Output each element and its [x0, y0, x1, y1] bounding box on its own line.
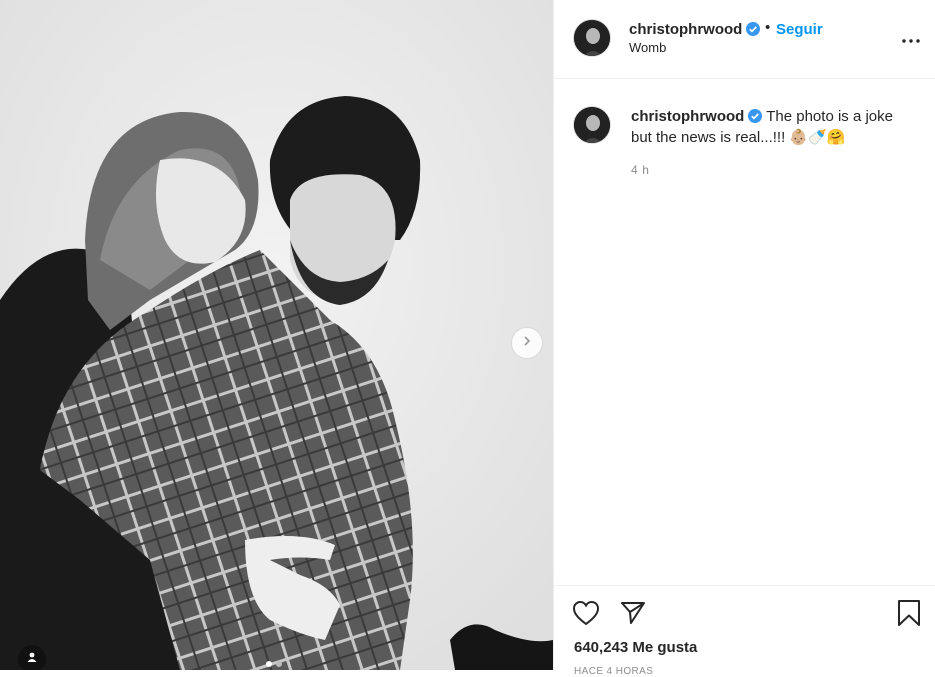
post-image	[0, 0, 553, 670]
heart-icon	[572, 600, 600, 631]
more-options-button[interactable]	[900, 30, 922, 48]
carousel-dot	[276, 661, 282, 667]
caption-username-link[interactable]: christophrwood	[631, 108, 763, 125]
carousel-indicator	[266, 661, 282, 667]
caption-timestamp[interactable]: 4 h	[631, 163, 649, 177]
username-text: christophrwood	[629, 21, 743, 38]
like-button[interactable]	[571, 600, 601, 630]
user-tag-icon	[26, 650, 38, 668]
location-link[interactable]: Womb	[629, 40, 666, 55]
share-icon	[620, 601, 646, 630]
carousel-next-button[interactable]	[512, 328, 542, 358]
share-button[interactable]	[618, 600, 648, 630]
chevron-right-icon	[521, 334, 533, 352]
verified-badge-icon	[748, 108, 763, 123]
bookmark-icon	[897, 599, 921, 632]
avatar[interactable]	[573, 19, 611, 57]
post-age: HACE 4 HORAS	[574, 666, 654, 677]
likes-count[interactable]: 640,243 Me gusta	[574, 639, 697, 656]
caption-username: christophrwood	[631, 108, 745, 125]
more-horizontal-icon	[902, 30, 920, 48]
save-button[interactable]	[894, 599, 924, 632]
follow-button[interactable]: Seguir	[776, 21, 823, 38]
post-header: christophrwood • Seguir Womb	[554, 0, 935, 79]
post-sidebar: christophrwood • Seguir Womb christophrw…	[553, 0, 935, 677]
verified-badge-icon	[746, 22, 761, 36]
avatar[interactable]	[573, 106, 611, 144]
header-separator: •	[765, 19, 771, 36]
caption-text: christophrwood The photo is a joke but t…	[631, 106, 916, 148]
username-link[interactable]: christophrwood	[629, 21, 761, 38]
tagged-users-button[interactable]	[18, 645, 46, 670]
action-bar: 640,243 Me gusta HACE 4 HORAS	[554, 585, 935, 677]
post-photo[interactable]	[0, 0, 553, 670]
carousel-dot	[266, 661, 272, 667]
